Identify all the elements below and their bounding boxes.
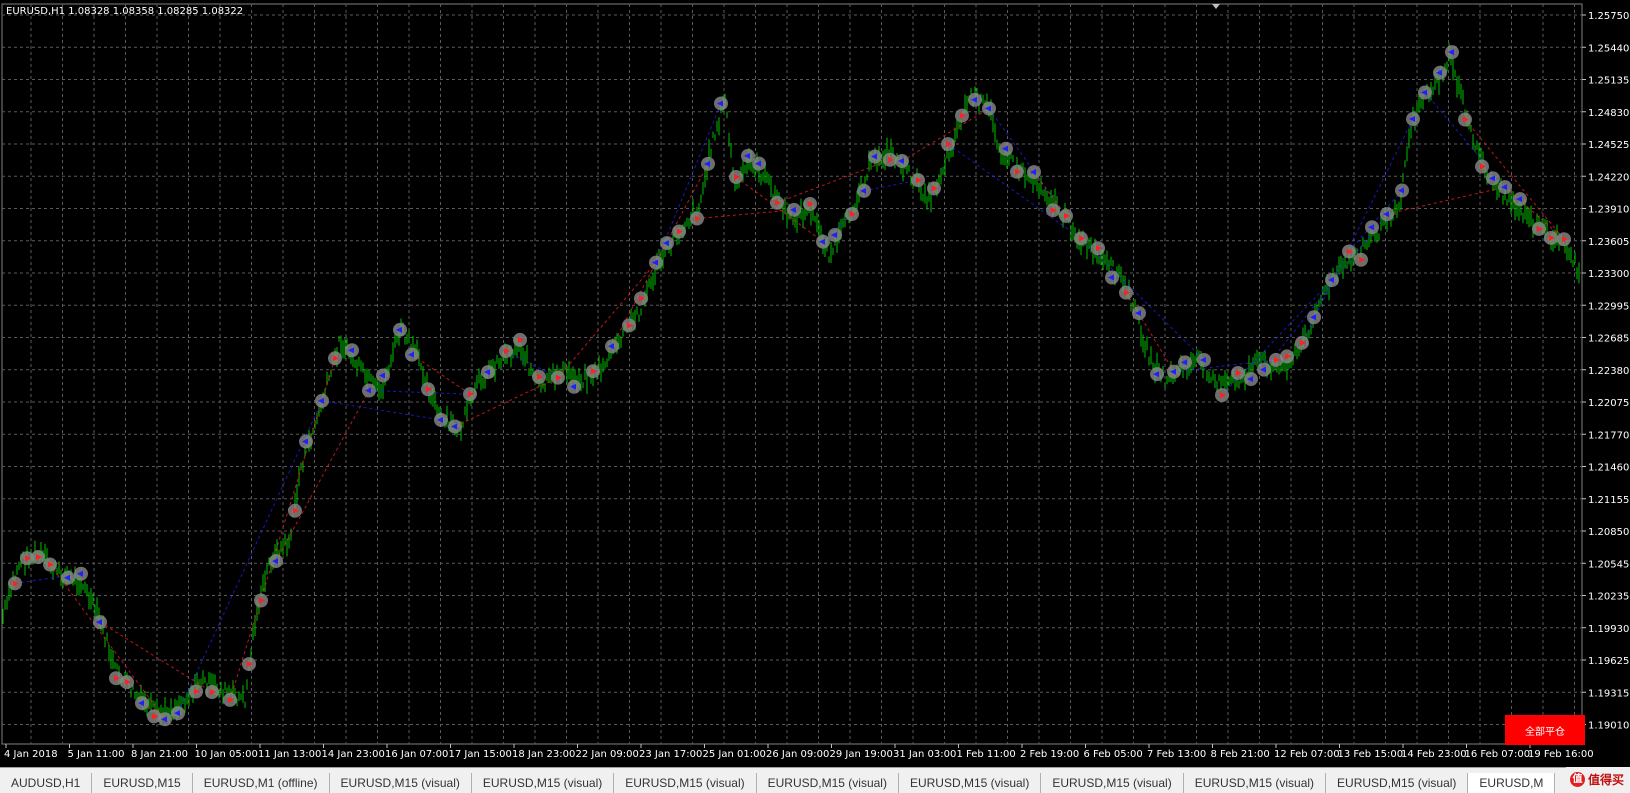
candles-group: [2, 43, 1580, 726]
chart-tab[interactable]: EURUSD,M15 (visual): [1041, 773, 1184, 793]
price-label: 1.20850: [1588, 527, 1629, 538]
time-label: 23 Jan 17:00: [639, 749, 702, 760]
trade-link: [505, 350, 559, 379]
time-label: 1 Feb 11:00: [957, 749, 1016, 760]
price-label: 1.22380: [1588, 366, 1629, 377]
watermark: 值 值得买: [1566, 767, 1630, 792]
trade-link: [49, 564, 166, 720]
price-label: 1.24220: [1588, 172, 1629, 183]
time-label: 2 Feb 19:00: [1020, 749, 1079, 760]
price-label: 1.23605: [1588, 237, 1629, 248]
chart-frame: [1, 3, 1583, 745]
time-label: 8 Jan 21:00: [131, 749, 188, 760]
time-label: 29 Jan 19:00: [830, 749, 893, 760]
price-chart[interactable]: 1.25750 1.25440 1.25135 1.24830 1.24525 1.242…: [0, 0, 1630, 762]
trade-link: [368, 390, 471, 395]
price-label: 1.24525: [1588, 140, 1629, 151]
price-label: 1.19625: [1588, 656, 1629, 667]
watermark-icon: 值: [1570, 772, 1585, 787]
chart-tab[interactable]: EURUSD,M: [1468, 773, 1556, 793]
price-label: 1.25750: [1588, 11, 1629, 22]
price-label: 1.19010: [1588, 721, 1629, 732]
symbol-info: EURUSD,H1 1.08328 1.08358 1.08285 1.0832…: [6, 6, 244, 17]
time-label: 16 Feb 07:00: [1465, 749, 1531, 760]
chart-tab-bar: AUDUSD,H1 EURUSD,M15 EURUSD,M1 (offline) EU…: [0, 767, 1630, 793]
time-label: 11 Jan 13:00: [258, 749, 321, 760]
time-label: 26 Jan 09:00: [766, 749, 829, 760]
price-label: 1.23910: [1588, 205, 1629, 216]
chart-tab[interactable]: EURUSD,M15 (visual): [756, 773, 899, 793]
chart-tab[interactable]: EURUSD,M1 (offline): [192, 773, 330, 793]
price-label: 1.22995: [1588, 301, 1629, 312]
trade-link: [901, 108, 990, 162]
price-label: 1.24830: [1588, 108, 1629, 119]
time-label: 13 Feb 15:00: [1338, 749, 1404, 760]
price-label: 1.21770: [1588, 430, 1629, 441]
time-label: 19 Feb 16:00: [1528, 749, 1594, 760]
trade-link: [275, 390, 370, 562]
trade-link: [947, 143, 1082, 239]
chart-tab[interactable]: EURUSD,M15 (visual): [614, 773, 757, 793]
shift-marker-icon: [1212, 4, 1220, 9]
price-label: 1.22685: [1588, 334, 1629, 345]
trade-markers-group: [8, 45, 1571, 727]
trade-links-group: [14, 92, 1565, 720]
close-all-button[interactable]: 全部平仓: [1505, 715, 1585, 745]
chart-canvas[interactable]: 1.25750 1.25440 1.25135 1.24830 1.24525 1.242…: [0, 0, 1630, 762]
chart-tab[interactable]: EURUSD,M15 (visual): [898, 773, 1042, 793]
time-label: 12 Feb 07:00: [1274, 749, 1340, 760]
time-label: 10 Jan 05:00: [195, 749, 258, 760]
chart-tab[interactable]: EURUSD,M15 (visual): [1326, 773, 1469, 793]
time-label: 8 Feb 21:00: [1211, 749, 1270, 760]
time-label: 22 Jan 09:00: [576, 749, 639, 760]
time-label: 4 Jan 2018: [4, 749, 58, 760]
time-label: 7 Feb 13:00: [1147, 749, 1206, 760]
price-label: 1.19315: [1588, 688, 1629, 699]
time-label: 5 Jan 11:00: [68, 749, 125, 760]
price-label: 1.20545: [1588, 559, 1629, 570]
price-label: 1.21460: [1588, 463, 1629, 474]
watermark-text: 值得买: [1588, 773, 1625, 787]
time-label: 14 Jan 23:00: [322, 749, 385, 760]
chart-tab[interactable]: EURUSD,M15 (visual): [329, 773, 472, 793]
price-label: 1.22075: [1588, 398, 1629, 409]
price-label: 1.19930: [1588, 624, 1629, 635]
price-label: 1.25135: [1588, 76, 1629, 87]
price-label: 1.20235: [1588, 592, 1629, 603]
trade-link: [776, 159, 891, 204]
time-label: 31 Jan 03:00: [893, 749, 956, 760]
chart-tab[interactable]: EURUSD,M15: [92, 773, 193, 793]
time-label: 6 Feb 05:00: [1084, 749, 1143, 760]
trade-link: [611, 163, 709, 347]
price-label: 1.25440: [1588, 43, 1629, 54]
trade-link: [863, 179, 919, 192]
price-label: 1.23300: [1588, 269, 1629, 280]
time-label: 25 Jan 01:00: [703, 749, 766, 760]
trade-link: [1301, 118, 1414, 344]
trade-link: [1348, 190, 1403, 252]
chart-tab[interactable]: EURUSD,M15 (visual): [471, 773, 615, 793]
price-label: 1.21155: [1588, 495, 1629, 506]
time-label: 18 Jan 23:00: [512, 749, 575, 760]
time-label: 17 Jan 15:00: [449, 749, 512, 760]
chart-tab[interactable]: AUDUSD,H1: [0, 773, 93, 793]
time-label: 14 Feb 23:00: [1401, 749, 1467, 760]
trade-link: [696, 209, 795, 220]
time-label: 16 Jan 07:00: [385, 749, 448, 760]
trade-link: [321, 400, 442, 421]
chart-tab[interactable]: EURUSD,M15 (visual): [1183, 773, 1327, 793]
